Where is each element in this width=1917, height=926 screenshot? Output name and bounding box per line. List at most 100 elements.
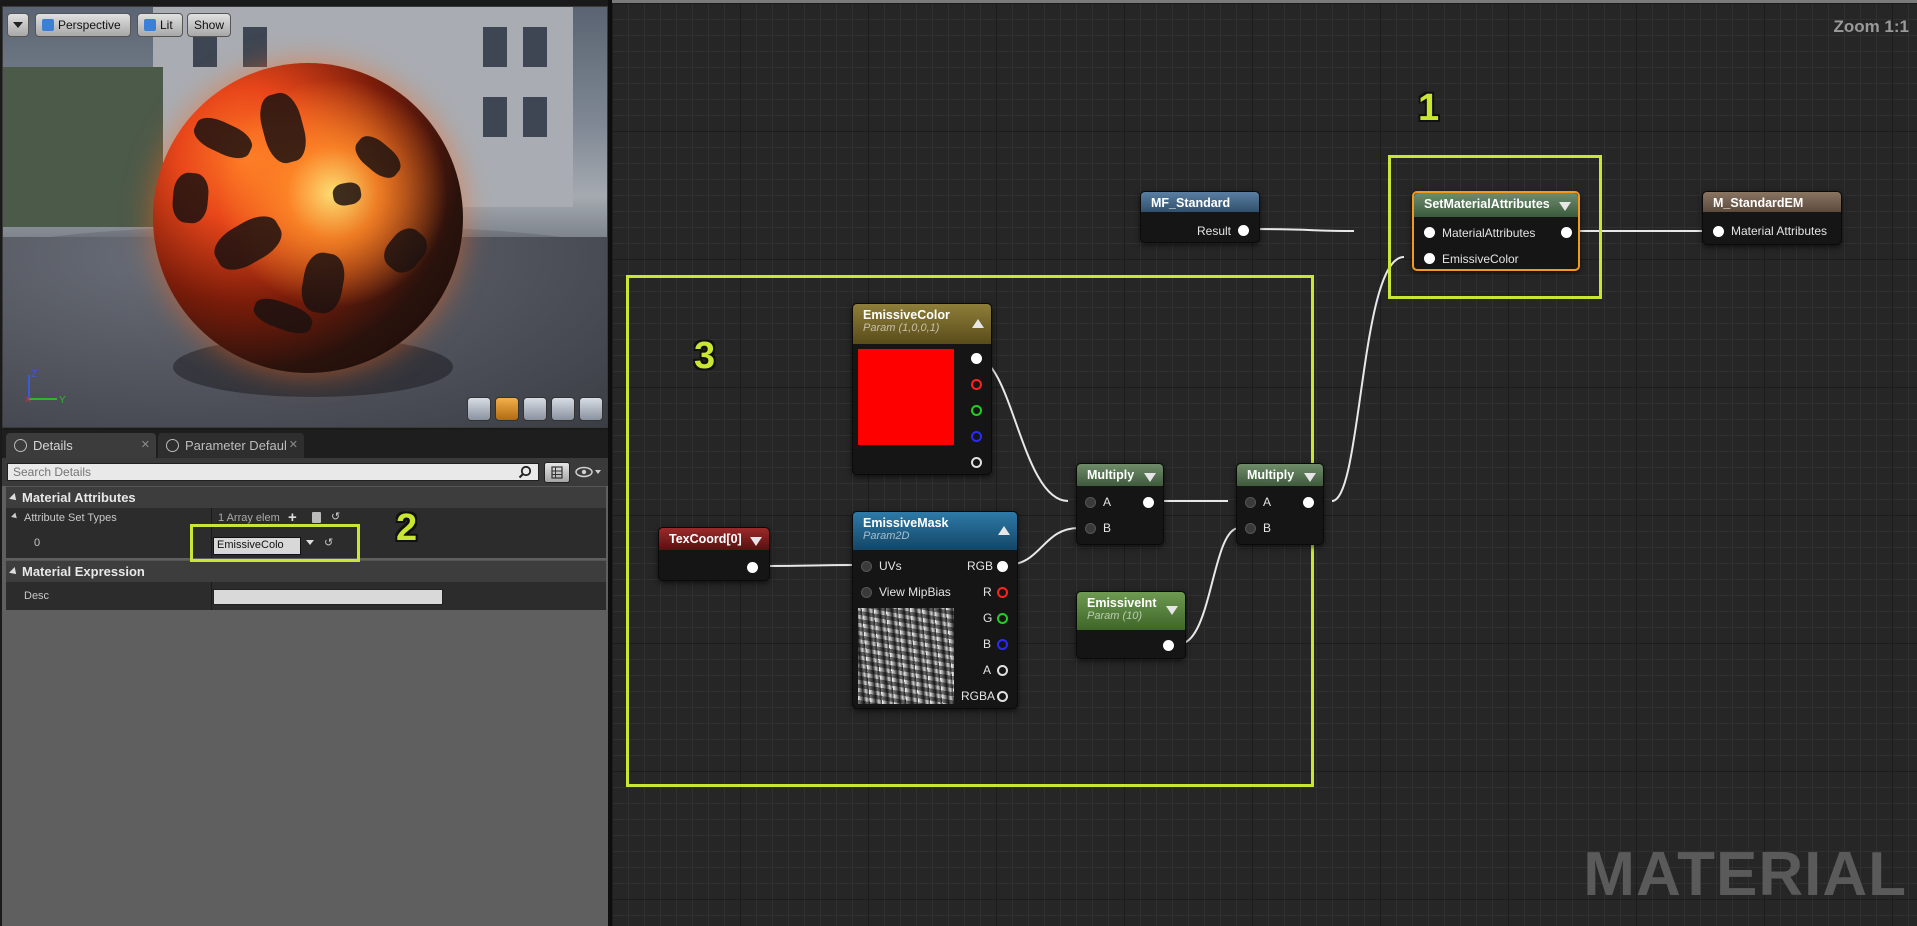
callout-box-2 xyxy=(190,524,360,562)
details-search-row xyxy=(2,458,608,486)
category-label: Material Attributes xyxy=(22,490,136,505)
material-preview-sphere xyxy=(153,63,463,373)
input-pin-material-attributes[interactable] xyxy=(1713,226,1724,237)
category-material-expression[interactable]: Material Expression xyxy=(6,560,606,582)
show-button[interactable]: Show xyxy=(187,13,231,37)
desc-input[interactable] xyxy=(213,589,443,605)
input-pin-a[interactable] xyxy=(1245,497,1256,508)
color-swatch xyxy=(858,349,954,445)
output-pin-b[interactable] xyxy=(997,639,1008,650)
preview-viewport[interactable]: Perspective Lit Show × Y Z xyxy=(2,6,608,428)
building-window xyxy=(523,27,547,67)
input-pin-a[interactable] xyxy=(1085,497,1096,508)
output-pin-rgb[interactable] xyxy=(997,561,1008,572)
output-pin-a[interactable] xyxy=(997,665,1008,676)
collapse-arrow-icon xyxy=(11,512,19,521)
input-pin-b[interactable] xyxy=(1245,523,1256,534)
tab-parameter-defaults[interactable]: Parameter Defaults ✕ xyxy=(158,433,304,458)
view-options-button[interactable] xyxy=(574,464,604,481)
output-pin-g[interactable] xyxy=(997,613,1008,624)
pin-label-rgb: RGB xyxy=(967,559,994,573)
property-matrix-button[interactable] xyxy=(544,462,570,483)
node-multiply-2[interactable]: Multiply A B xyxy=(1236,463,1324,545)
details-panel: Details ✕ Parameter Defaults ✕ Search De… xyxy=(2,430,608,926)
callout-number-3: 3 xyxy=(694,335,716,377)
custom-mesh-preview-button[interactable] xyxy=(579,397,603,421)
output-pin-texcoord[interactable] xyxy=(747,562,758,573)
tab-details[interactable]: Details ✕ xyxy=(6,433,156,458)
category-material-attributes[interactable]: Material Attributes xyxy=(6,486,606,508)
cube-preview-button[interactable] xyxy=(551,397,575,421)
input-pin-view-mipbias[interactable] xyxy=(861,587,872,598)
pin-label-r: R xyxy=(983,585,992,599)
output-pin[interactable] xyxy=(1163,640,1174,651)
material-graph-canvas[interactable]: Zoom 1:1 MATERIAL 1 3 MF_Standard Result… xyxy=(612,0,1917,926)
details-tab-bar: Details ✕ Parameter Defaults ✕ xyxy=(2,430,608,458)
output-pin-materialattributes[interactable] xyxy=(1561,227,1572,238)
viewport-options-button[interactable] xyxy=(7,13,29,37)
node-subtitle: Param (10) xyxy=(1087,610,1143,622)
node-title: MF_Standard xyxy=(1141,192,1259,212)
node-m-standard-em[interactable]: M_StandardEM Material Attributes xyxy=(1702,191,1842,245)
perspective-label: Perspective xyxy=(58,18,121,32)
collapse-toggle-icon[interactable] xyxy=(1166,606,1178,615)
close-icon[interactable]: ✕ xyxy=(289,438,298,451)
output-pin[interactable] xyxy=(1143,497,1154,508)
collapse-toggle-icon[interactable] xyxy=(750,537,762,546)
output-pin-a[interactable] xyxy=(971,457,982,468)
output-pin-rgb[interactable] xyxy=(971,353,982,364)
node-emissive-mask[interactable]: EmissiveMask Param2D UVs View MipBias RG… xyxy=(852,511,1018,709)
plane-preview-button[interactable] xyxy=(523,397,547,421)
search-icon[interactable] xyxy=(518,465,532,479)
cylinder-preview-button[interactable] xyxy=(467,397,491,421)
node-title: EmissiveColor xyxy=(863,308,950,322)
node-title: M_StandardEM xyxy=(1703,192,1841,212)
node-header: EmissiveMask Param2D xyxy=(853,512,1017,550)
node-multiply-1[interactable]: Multiply A B xyxy=(1076,463,1164,545)
node-title: EmissiveInt xyxy=(1087,596,1157,610)
search-details-input[interactable] xyxy=(7,463,539,481)
output-pin-result[interactable] xyxy=(1238,225,1249,236)
building-window xyxy=(523,97,547,137)
collapse-toggle-icon[interactable] xyxy=(1144,473,1156,482)
collapse-toggle-icon[interactable] xyxy=(998,526,1010,535)
pin-label-materialattributes: MaterialAttributes xyxy=(1442,226,1536,240)
svg-text:×: × xyxy=(25,394,31,406)
input-pin-materialattributes[interactable] xyxy=(1424,227,1435,238)
output-pin-r[interactable] xyxy=(997,587,1008,598)
trash-icon[interactable] xyxy=(312,512,321,523)
collapse-toggle-icon[interactable] xyxy=(1304,473,1316,482)
collapse-toggle-icon[interactable] xyxy=(972,319,984,328)
details-icon xyxy=(14,439,27,452)
output-pin-rgba[interactable] xyxy=(997,691,1008,702)
axis-gizmo: × Y Z xyxy=(25,369,66,406)
node-emissive-color[interactable]: EmissiveColor Param (1,0,0,1) xyxy=(852,303,992,475)
node-emissive-int[interactable]: EmissiveInt Param (10) xyxy=(1076,591,1186,659)
node-mf-standard[interactable]: MF_Standard Result xyxy=(1140,191,1260,243)
output-pin-b[interactable] xyxy=(971,431,982,442)
eye-icon xyxy=(575,466,601,478)
pin-label-a: A xyxy=(1103,495,1112,509)
collapse-toggle-icon[interactable] xyxy=(1559,202,1571,211)
output-pin-r[interactable] xyxy=(971,379,982,390)
node-subtitle: Param2D xyxy=(863,530,910,542)
input-pin-emissivecolor[interactable] xyxy=(1424,253,1435,264)
pin-label-a: A xyxy=(983,663,992,677)
svg-text:Y: Y xyxy=(59,395,66,406)
pin-label-emissivecolor: EmissiveColor xyxy=(1442,252,1519,266)
perspective-button[interactable]: Perspective xyxy=(35,13,131,37)
building-window xyxy=(243,27,267,67)
lit-button[interactable]: Lit xyxy=(137,13,183,37)
input-pin-b[interactable] xyxy=(1085,523,1096,534)
input-pin-uvs[interactable] xyxy=(861,561,872,572)
reset-icon[interactable]: ↺ xyxy=(331,510,340,523)
output-pin[interactable] xyxy=(1303,497,1314,508)
sphere-preview-button[interactable] xyxy=(495,397,519,421)
perspective-icon xyxy=(42,19,54,31)
node-texcoord[interactable]: TexCoord[0] xyxy=(658,527,770,581)
node-set-material-attributes[interactable]: SetMaterialAttributes MaterialAttributes… xyxy=(1412,191,1580,271)
element-index: 0 xyxy=(34,537,41,549)
output-pin-g[interactable] xyxy=(971,405,982,416)
pin-label-result: Result xyxy=(1197,224,1232,238)
close-icon[interactable]: ✕ xyxy=(141,438,150,451)
